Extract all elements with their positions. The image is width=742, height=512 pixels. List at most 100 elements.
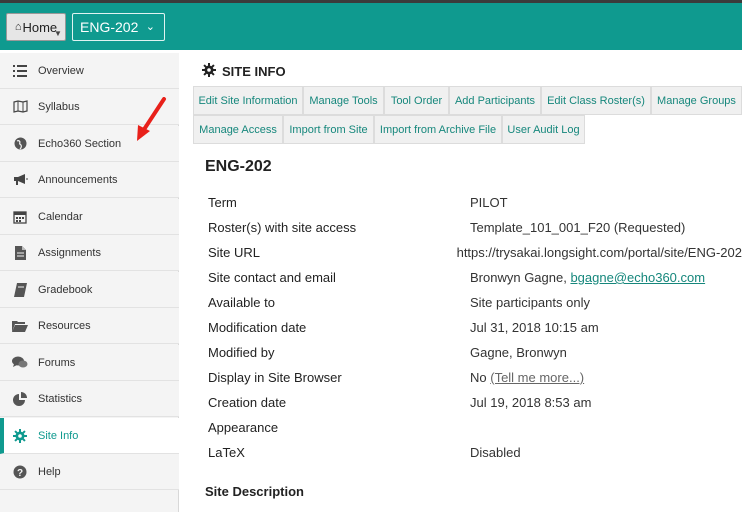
info-value: Disabled (470, 445, 521, 460)
info-row-modification-date: Modification date Jul 31, 2018 10:15 am (208, 315, 742, 340)
page-title: SITE INFO (202, 63, 286, 80)
tab-label: User Audit Log (507, 123, 580, 136)
site-selector-label: ENG-202 (80, 19, 139, 35)
tab-label: Tool Order (390, 94, 443, 107)
sidebar-item-forums[interactable]: Forums (0, 345, 179, 381)
info-label: Roster(s) with site access (208, 220, 357, 235)
info-label: Available to (208, 295, 275, 310)
sidebar-item-label: Gradebook (38, 283, 93, 296)
info-value: Jul 19, 2018 8:53 am (470, 395, 592, 410)
info-value: Template_101_001_F20 (Requested) (470, 220, 686, 235)
sidebar-item-label: Calendar (38, 210, 83, 223)
info-value: Gagne, Bronwyn (470, 345, 567, 360)
contact-email-link[interactable]: bgagne@echo360.com (570, 270, 705, 285)
pie-chart-icon (12, 391, 28, 407)
site-description-heading: Site Description (205, 484, 304, 499)
sidebar-item-label: Echo360 Section (38, 137, 122, 150)
tab-edit-class-rosters[interactable]: Edit Class Roster(s) (541, 86, 651, 115)
tab-manage-access[interactable]: Manage Access (193, 115, 283, 144)
sidebar-item-label: Resources (38, 319, 91, 332)
chevron-down-icon: ⌄ (145, 21, 155, 33)
tab-manage-tools[interactable]: Manage Tools (303, 86, 384, 115)
svg-text:?: ? (17, 468, 23, 479)
tab-label: Import from Archive File (379, 123, 497, 136)
sidebar-item-announcements[interactable]: Announcements (0, 162, 179, 198)
tab-import-from-archive-file[interactable]: Import from Archive File (374, 115, 502, 144)
tab-add-participants[interactable]: Add Participants (449, 86, 541, 115)
info-label: Modification date (208, 320, 307, 335)
contact-name: Bronwyn Gagne, (470, 270, 571, 285)
file-icon (12, 245, 28, 261)
info-label: LaTeX (208, 445, 245, 460)
question-icon: ? (12, 464, 28, 480)
sidebar-item-label: Assignments (38, 246, 101, 259)
globe-icon (12, 136, 28, 152)
sidebar-item-label: Syllabus (38, 100, 80, 113)
display-value: No (470, 370, 491, 385)
comments-icon (12, 355, 28, 371)
info-row-display-in-site-browser: Display in Site Browser No (Tell me more… (208, 365, 742, 390)
sidebar-item-label: Announcements (38, 173, 118, 186)
info-row-appearance: Appearance (208, 415, 742, 440)
sidebar-item-resources[interactable]: Resources (0, 308, 179, 344)
page-title-text: SITE INFO (222, 64, 286, 79)
info-label: Display in Site Browser (208, 370, 342, 385)
info-row-modified-by: Modified by Gagne, Bronwyn (208, 340, 742, 365)
info-row-rosters: Roster(s) with site access Template_101_… (208, 215, 742, 240)
sidebar-item-overview[interactable]: Overview (0, 53, 179, 89)
sidebar-item-label: Statistics (38, 392, 83, 405)
info-value: PILOT (470, 195, 508, 210)
home-button[interactable]: ⌂ Home ▼ (6, 13, 66, 41)
tab-label: Edit Class Roster(s) (547, 94, 645, 107)
info-row-creation-date: Creation date Jul 19, 2018 8:53 am (208, 390, 742, 415)
tab-import-from-site[interactable]: Import from Site (283, 115, 374, 144)
tab-label: Manage Access (199, 123, 277, 136)
home-label: Home (22, 19, 58, 35)
info-label: Creation date (208, 395, 287, 410)
info-row-site-contact: Site contact and email Bronwyn Gagne, bg… (208, 265, 742, 290)
top-bar: ⌂ Home ▼ ENG-202 ⌄ (0, 0, 742, 50)
info-row-latex: LaTeX Disabled (208, 440, 742, 465)
info-row-available-to: Available to Site participants only (208, 290, 742, 315)
sidebar-item-help[interactable]: ? Help (0, 454, 179, 490)
tab-tool-order[interactable]: Tool Order (384, 86, 449, 115)
main-content: SITE INFO Edit Site Information Manage T… (193, 53, 742, 512)
info-label: Site contact and email (208, 270, 336, 285)
site-name-heading: ENG-202 (205, 158, 272, 175)
gear-icon (12, 428, 28, 444)
tab-manage-groups[interactable]: Manage Groups (651, 86, 742, 115)
tab-label: Manage Tools (309, 94, 378, 107)
tab-label: Manage Groups (657, 94, 736, 107)
info-label: Term (208, 195, 237, 210)
site-url-value[interactable]: https://trysakai.longsight.com/portal/si… (457, 245, 742, 260)
chevron-down-icon: ▼ (54, 29, 62, 38)
sidebar-item-assignments[interactable]: Assignments (0, 235, 179, 271)
sidebar-item-calendar[interactable]: Calendar (0, 199, 179, 235)
info-value: No (Tell me more...) (470, 370, 584, 385)
sidebar-item-gradebook[interactable]: Gradebook (0, 272, 179, 308)
site-selector-button[interactable]: ENG-202 ⌄ (72, 13, 165, 41)
folder-open-icon (12, 318, 28, 334)
tab-edit-site-information[interactable]: Edit Site Information (193, 86, 303, 115)
map-icon (12, 99, 28, 115)
annotation-arrow (137, 97, 166, 141)
sidebar-item-site-info[interactable]: Site Info (0, 418, 179, 454)
book-icon (12, 282, 28, 298)
home-icon: ⌂ (14, 21, 22, 33)
sidebar-item-label: Help (38, 465, 61, 478)
tab-user-audit-log[interactable]: User Audit Log (502, 115, 585, 144)
tell-me-more-link[interactable]: (Tell me more...) (490, 370, 584, 385)
tab-label: Edit Site Information (198, 94, 298, 107)
info-value: Jul 31, 2018 10:15 am (470, 320, 599, 335)
info-label: Site URL (208, 245, 261, 260)
tab-label: Import from Site (289, 123, 368, 136)
sidebar-item-label: Site Info (38, 429, 79, 442)
info-value: Site participants only (470, 295, 590, 310)
info-value: Bronwyn Gagne, bgagne@echo360.com (470, 270, 705, 285)
megaphone-icon (12, 172, 28, 188)
sidebar-item-statistics[interactable]: Statistics (0, 381, 179, 417)
sidebar-item-label: Forums (38, 356, 76, 369)
list-icon (12, 63, 28, 79)
info-row-term: Term PILOT (208, 190, 742, 215)
info-row-site-url: Site URL https://trysakai.longsight.com/… (208, 240, 742, 265)
